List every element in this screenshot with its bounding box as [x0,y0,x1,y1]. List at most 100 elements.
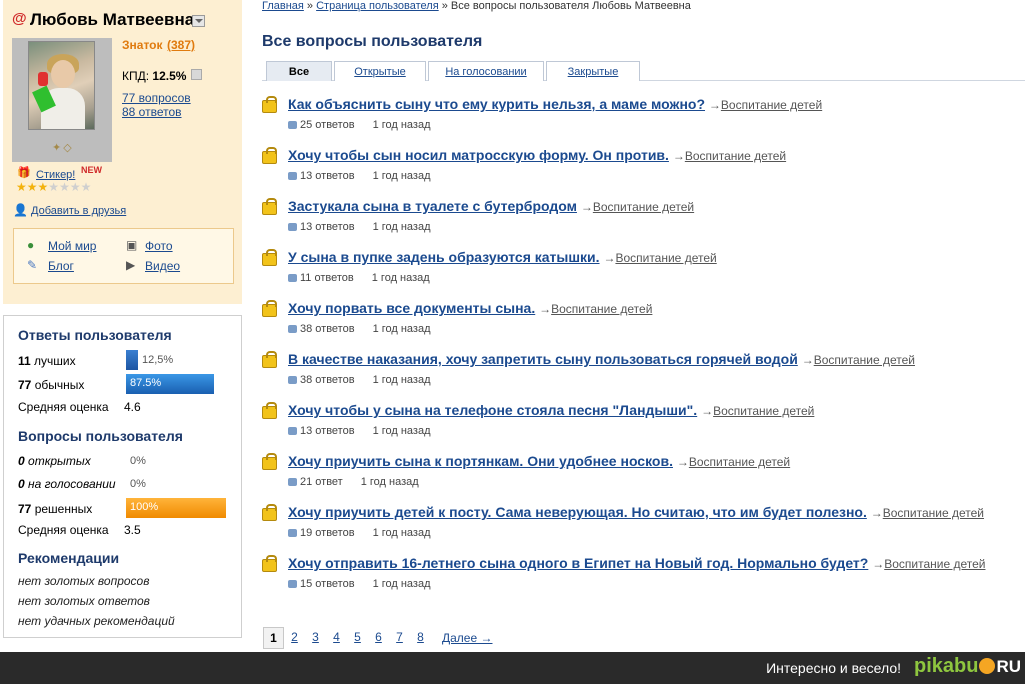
add-friend-link[interactable]: Добавить в друзья [31,205,126,217]
question-category-link[interactable]: Воспитание детей [615,251,716,265]
question-item: Застукала сына в туалете с бутербродом →… [262,198,1012,243]
page-link-6[interactable]: 6 [368,627,389,649]
question-age: 1 год назад [360,476,419,488]
question-title-link[interactable]: Хочу чтобы у сына на телефоне стояла пес… [288,402,697,418]
tab-all[interactable]: Все [266,61,332,81]
footer-bar: Интересно и весело! pikabu RU [0,652,1025,684]
question-age: 1 год назад [372,170,431,182]
best-answers-pct: 12,5% [142,354,174,366]
kpd-value: 12.5% [152,69,187,83]
star-icon: ★ [16,180,27,194]
open-questions-row: 0 открытых [18,454,91,468]
answers-count: 15 ответов [300,578,355,590]
lock-icon [262,453,277,470]
normal-answers-bar: 87.5% [126,374,214,394]
page-link-4[interactable]: 4 [326,627,347,649]
question-category-link[interactable]: Воспитание детей [551,302,652,316]
tab-voting[interactable]: На голосовании [428,61,544,81]
breadcrumb-current: Все вопросы пользователя Любовь Матвеевн… [450,0,691,12]
arrow-icon: → [539,302,552,316]
my-world-link[interactable]: Мой мир [48,239,96,253]
question-line: Хочу чтобы у сына на телефоне стояла пес… [288,402,814,418]
tab-open[interactable]: Открытые [334,61,426,81]
question-category-link[interactable]: Воспитание детей [814,353,915,367]
recommendations-header: Рекомендации [18,550,120,566]
rec-item: нет удачных рекомендаций [18,614,175,628]
question-title-link[interactable]: Хочу приучить детей к посту. Сама неверу… [288,504,867,520]
page-title: Все вопросы пользователя [262,33,483,50]
lock-icon [262,300,277,317]
arrow-icon: → [708,98,721,112]
rec-item: нет золотых вопросов [18,574,150,588]
question-item: У сына в пупке задень образуются катышки… [262,249,1012,294]
user-name: Любовь Матвеевна [30,10,195,29]
questions-count-link[interactable]: 77 вопросов [122,91,191,105]
question-meta: 25 ответов 1 год назад [288,119,431,131]
breadcrumb-home-link[interactable]: Главная [262,0,304,12]
question-meta: 38 ответов 1 год назад [288,374,431,386]
photo-link[interactable]: Фото [145,239,173,253]
page-link-5[interactable]: 5 [347,627,368,649]
user-points-link[interactable]: (387) [167,38,195,52]
comment-bubble-icon [288,121,297,129]
question-category-link[interactable]: Воспитание детей [593,200,694,214]
avatar[interactable] [28,41,95,130]
tab-closed[interactable]: Закрытые [546,61,640,81]
question-title-link[interactable]: Хочу чтобы сын носил матросскую форму. О… [288,147,669,163]
question-item: Хочу приучить детей к посту. Сама неверу… [262,504,1012,549]
comment-bubble-icon [288,478,297,486]
question-category-link[interactable]: Воспитание детей [721,98,822,112]
question-title-link[interactable]: Хочу приучить сына к портянкам. Они удоб… [288,453,673,469]
kpd-info-icon[interactable] [191,69,202,80]
user-rank: Знаток [122,38,163,52]
question-category-link[interactable]: Воспитание детей [884,557,985,571]
footer-slogan: Интересно и весело! [766,660,901,676]
lock-icon [262,504,277,521]
breadcrumb-user-link[interactable]: Страница пользователя [316,0,439,12]
question-category-link[interactable]: Воспитание детей [883,506,984,520]
comment-bubble-icon [288,274,297,282]
answers-count-link[interactable]: 88 ответов [122,105,182,119]
camera-icon: ▣ [126,238,138,252]
question-category-link[interactable]: Воспитание детей [713,404,814,418]
answers-count: 25 ответов [300,119,355,131]
question-item: Хочу порвать все документы сына. →Воспит… [262,300,1012,345]
question-category-link[interactable]: Воспитание детей [689,455,790,469]
question-title-link[interactable]: У сына в пупке задень образуются катышки… [288,249,600,265]
name-dropdown-icon[interactable] [192,15,205,27]
arrow-icon: → [676,455,689,469]
new-badge: NEW [81,165,102,175]
question-age: 1 год назад [372,323,431,335]
user-stats-box: Ответы пользователя 11 лучших 12,5% 77 о… [3,315,242,638]
question-title-link[interactable]: В качестве наказания, хочу запретить сын… [288,351,798,367]
add-friend-icon: 👤 [13,203,28,217]
question-meta: 38 ответов 1 год назад [288,323,431,335]
question-item: Хочу чтобы у сына на телефоне стояла пес… [262,402,1012,447]
question-title-link[interactable]: Как объяснить сыну что ему курить нельзя… [288,96,705,112]
star-icon: ★ [37,180,49,194]
avg-questions-row: Средняя оценка [18,523,109,537]
page-link-3[interactable]: 3 [305,627,326,649]
question-title-link[interactable]: Хочу порвать все документы сына. [288,300,535,316]
question-age: 1 год назад [372,527,431,539]
best-answers-row: 11 лучших [18,354,76,368]
question-item: В качестве наказания, хочу запретить сын… [262,351,1012,396]
pikabu-logo[interactable]: pikabu RU [914,655,1021,678]
video-link[interactable]: Видео [145,259,180,273]
question-title-link[interactable]: Застукала сына в туалете с бутербродом [288,198,577,214]
breadcrumb: Главная » Страница пользователя » Все во… [262,0,691,12]
question-line: Хочу приучить сына к портянкам. Они удоб… [288,453,790,469]
page-link-7[interactable]: 7 [389,627,410,649]
question-age: 1 год назад [372,221,431,233]
page-link-1[interactable]: 1 [263,627,284,649]
blog-link[interactable]: Блог [48,259,74,273]
lock-icon [262,555,277,572]
question-category-link[interactable]: Воспитание детей [685,149,786,163]
question-title-link[interactable]: Хочу отправить 16-летнего сына одного в … [288,555,868,571]
page-link-8[interactable]: 8 [410,627,431,649]
next-page-link[interactable]: Далее → [442,631,492,645]
question-age: 1 год назад [372,425,431,437]
page-link-2[interactable]: 2 [284,627,305,649]
lock-icon [262,402,277,419]
answers-count: 13 ответов [300,170,355,182]
